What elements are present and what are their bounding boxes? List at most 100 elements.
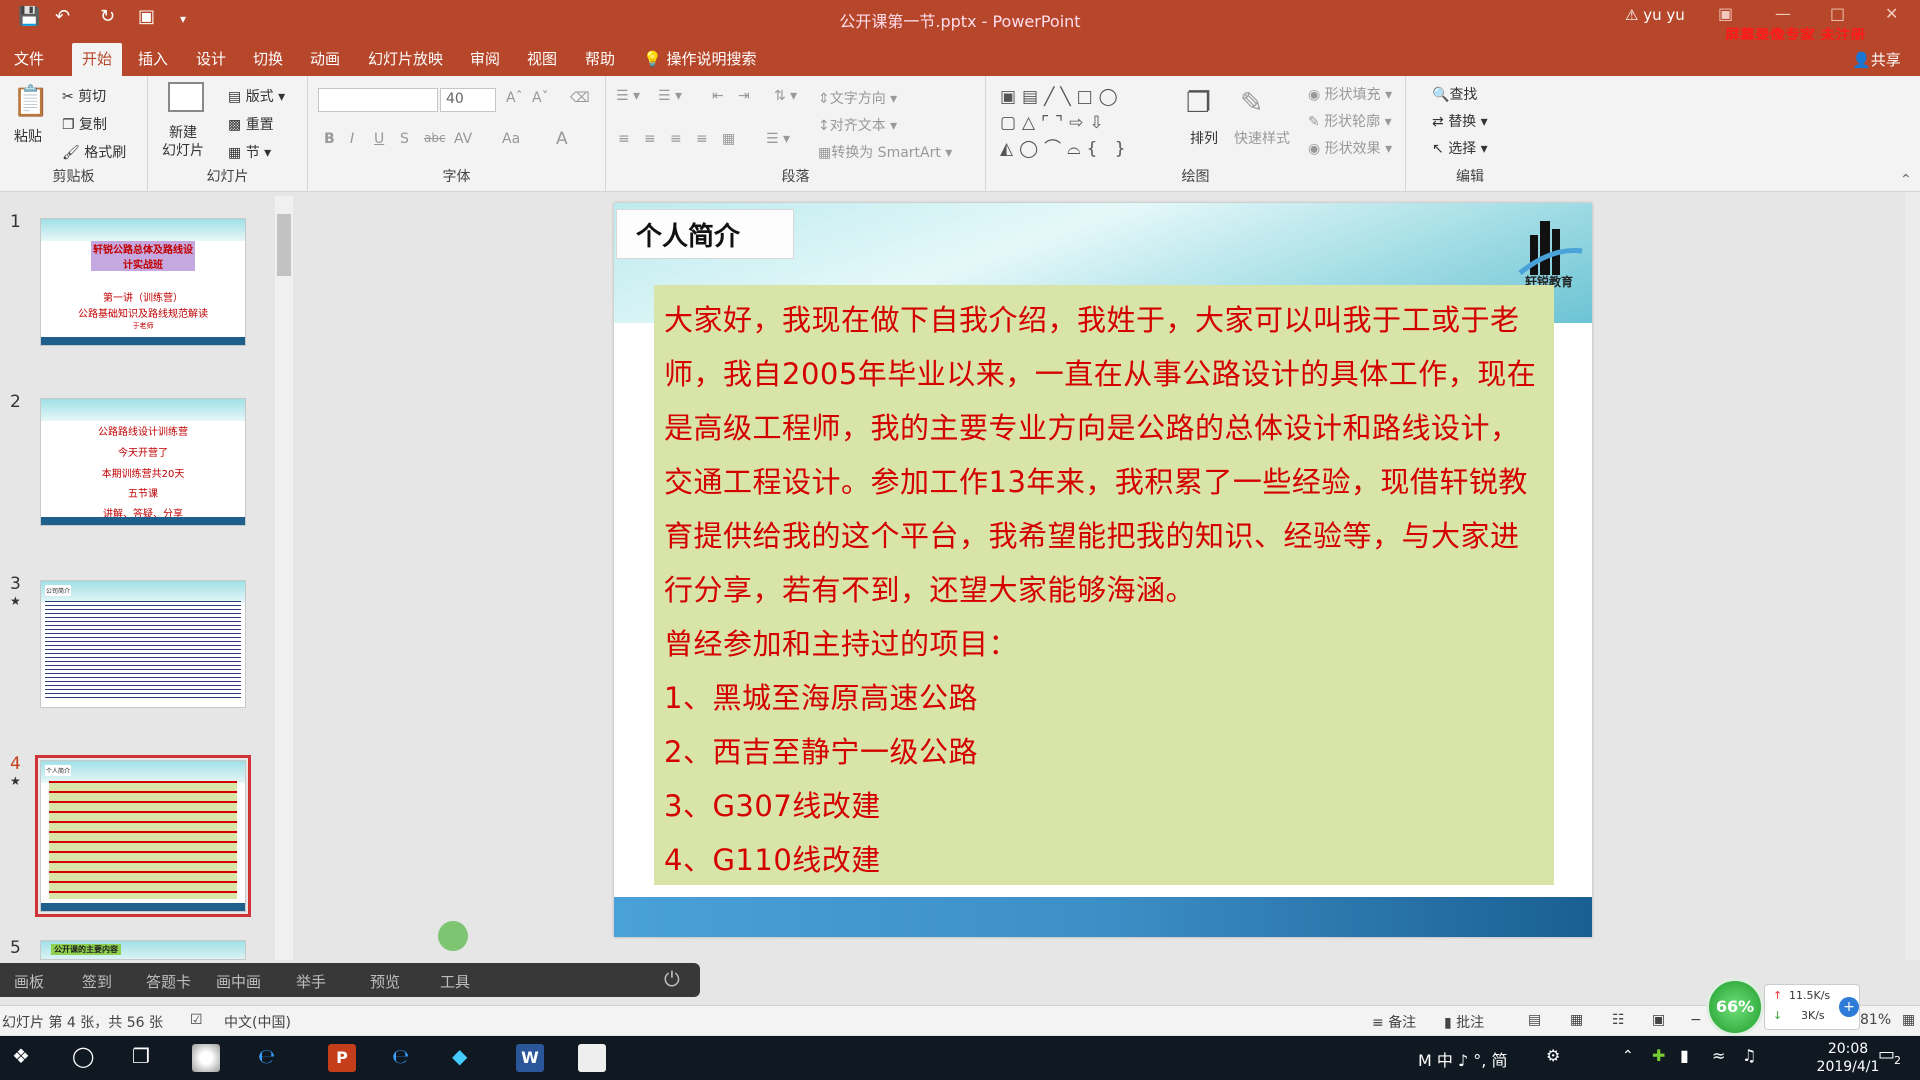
strikethrough-button[interactable]: abc	[424, 131, 446, 145]
settings-icon[interactable]: ⚙	[1546, 1046, 1560, 1065]
toolbar-whiteboard[interactable]: 画板	[14, 971, 44, 992]
arrange-icon[interactable]: ❐	[1186, 86, 1211, 119]
zoom-out-icon[interactable]: −	[1690, 1012, 1702, 1028]
find-button[interactable]: 🔍查找	[1432, 84, 1477, 104]
line-spacing-icon[interactable]: ⇅ ▾	[774, 88, 797, 104]
cut-button[interactable]: ✂ 剪切	[62, 86, 106, 106]
maximize-icon[interactable]: □	[1830, 4, 1845, 23]
slide-scrollbar[interactable]	[1905, 192, 1920, 960]
shrink-font-icon[interactable]: Aˇ	[532, 90, 549, 106]
align-text-button[interactable]: ↕对齐文本 ▾	[818, 115, 897, 135]
toolbar-tools[interactable]: 工具	[440, 971, 470, 992]
tray-chevron-icon[interactable]: ⌃	[1622, 1048, 1634, 1064]
tab-transitions[interactable]: 切换	[253, 48, 283, 69]
toolbar-raise-hand[interactable]: 举手	[296, 971, 326, 992]
battery-icon[interactable]: ▮	[1680, 1046, 1689, 1065]
increase-indent-icon[interactable]: ⇥	[738, 88, 750, 104]
powerpoint-icon[interactable]: P	[328, 1044, 356, 1072]
edge-icon[interactable]: ℮	[392, 1044, 409, 1068]
quick-styles-icon[interactable]: ✎	[1240, 86, 1263, 119]
shadow-button[interactable]: S	[400, 131, 409, 147]
clear-format-icon[interactable]: ⌫	[570, 90, 590, 106]
windows-start-icon[interactable]: ❖	[12, 1044, 30, 1068]
user-account[interactable]: ⚠ yu yu	[1625, 6, 1685, 24]
comments-button[interactable]: ▮ 批注	[1444, 1012, 1484, 1032]
distributed-icon[interactable]: ▦	[722, 131, 735, 147]
tab-design[interactable]: 设计	[196, 48, 226, 69]
tab-review[interactable]: 审阅	[470, 48, 500, 69]
new-slide-button[interactable]: 新建 幻灯片	[162, 124, 204, 160]
copy-button[interactable]: ❐ 复制	[62, 114, 107, 134]
thumbnail-scrollbar[interactable]	[275, 196, 293, 960]
tab-view[interactable]: 视图	[527, 48, 557, 69]
arrange-button[interactable]: 排列	[1190, 128, 1218, 148]
close-icon[interactable]: ✕	[1885, 4, 1898, 23]
smartart-button[interactable]: ▦转换为 SmartArt ▾	[818, 142, 952, 162]
decrease-indent-icon[interactable]: ⇤	[712, 88, 724, 104]
slide-thumbnail-2[interactable]: 公路路线设计训练营 今天开营了 本期训练营共20天 五节课 讲解、答疑、分享	[40, 398, 246, 526]
minimize-icon[interactable]: —	[1775, 4, 1791, 23]
volume-icon[interactable]: ♫	[1742, 1046, 1756, 1065]
tab-animations[interactable]: 动画	[310, 48, 340, 69]
add-icon[interactable]: +	[1839, 997, 1859, 1017]
paste-icon[interactable]: 📋	[12, 84, 49, 119]
wifi-icon[interactable]: ≈	[1712, 1046, 1725, 1065]
columns-icon[interactable]: ☰ ▾	[766, 131, 790, 147]
app-icon-blue[interactable]: ◆	[452, 1044, 467, 1068]
char-spacing-button[interactable]: AV	[454, 131, 472, 147]
shape-outline-button[interactable]: ✎ 形状轮廓 ▾	[1308, 111, 1392, 131]
notification-icon[interactable]: ▭	[1878, 1044, 1895, 1065]
network-speed-badge[interactable]: 66%	[1706, 978, 1764, 1036]
align-right-icon[interactable]: ≡	[670, 131, 682, 147]
font-size-combo[interactable]: 40	[440, 88, 496, 112]
power-icon[interactable]: ⏻	[664, 967, 680, 991]
fit-slide-icon[interactable]: ▦	[1902, 1012, 1915, 1028]
shape-fill-button[interactable]: ◉ 形状填充 ▾	[1308, 84, 1392, 104]
shapes-gallery[interactable]: ▣▤╱╲□◯ ▢△⌜⌝⇨⇩ ◭◯⌒⌓{ }	[1000, 84, 1132, 162]
tab-home[interactable]: 开始	[72, 43, 123, 76]
photos-icon[interactable]	[578, 1044, 606, 1072]
share-button[interactable]: 👤共享	[1852, 49, 1901, 70]
slide-thumbnail-1[interactable]: 轩锐公路总体及路线设计实战班 第一讲（训练营） 公路基础知识及路线规范解读 于老…	[40, 218, 246, 346]
tab-slideshow[interactable]: 幻灯片放映	[368, 48, 443, 69]
normal-view-icon[interactable]: ▤	[1528, 1012, 1541, 1028]
toolbar-preview[interactable]: 预览	[370, 971, 400, 992]
new-slide-icon[interactable]	[168, 82, 204, 112]
justify-icon[interactable]: ≡	[696, 131, 708, 147]
shape-effects-button[interactable]: ◉ 形状效果 ▾	[1308, 138, 1392, 158]
numbering-icon[interactable]: ☰ ▾	[658, 88, 682, 104]
tab-insert[interactable]: 插入	[138, 48, 168, 69]
reading-view-icon[interactable]: ☷	[1612, 1012, 1625, 1028]
word-icon[interactable]: W	[516, 1044, 544, 1072]
bold-button[interactable]: B	[324, 131, 335, 147]
app-icon[interactable]	[192, 1044, 220, 1072]
align-center-icon[interactable]: ≡	[644, 131, 656, 147]
sorter-view-icon[interactable]: ▦	[1570, 1012, 1583, 1028]
tell-me-search[interactable]: 💡 操作说明搜索	[643, 48, 756, 69]
thumbnail-scrollbar-thumb[interactable]	[277, 214, 291, 276]
tab-help[interactable]: 帮助	[585, 48, 615, 69]
ie-icon[interactable]: ℮	[258, 1044, 275, 1068]
notes-button[interactable]: ≡ 备注	[1372, 1012, 1416, 1032]
slide-thumbnail-3[interactable]: 公司简介	[40, 580, 246, 708]
format-painter-button[interactable]: 🖌 格式刷	[62, 142, 126, 162]
ribbon-options-icon[interactable]: ▣	[1718, 4, 1733, 23]
layout-button[interactable]: ▤ 版式 ▾	[228, 86, 285, 106]
system-clock[interactable]: 20:08 2019/4/1	[1808, 1040, 1888, 1076]
quick-styles-button[interactable]: 快速样式	[1234, 128, 1290, 148]
slide-thumbnail-5[interactable]: 公开课的主要内容	[40, 940, 246, 960]
reset-button[interactable]: ▩ 重置	[228, 114, 274, 134]
language[interactable]: 中文(中国)	[224, 1012, 291, 1032]
toolbar-pip[interactable]: 画中画	[216, 971, 261, 992]
bullets-icon[interactable]: ☰ ▾	[616, 88, 640, 104]
collapse-ribbon-icon[interactable]: ⌃	[1900, 172, 1912, 188]
tray-app-icon[interactable]: ✚	[1652, 1046, 1665, 1065]
change-case-button[interactable]: Aa	[502, 131, 520, 147]
cortana-icon[interactable]: ◯	[72, 1044, 94, 1068]
align-left-icon[interactable]: ≡	[618, 131, 630, 147]
slide-canvas[interactable]: 个人简介 轩锐教育 大家好，我现在做下自我介绍，我姓于，大家可以叫我于工或于老 …	[614, 203, 1592, 937]
tab-file[interactable]: 文件	[14, 48, 44, 69]
zoom-level[interactable]: 81%	[1860, 1012, 1891, 1028]
italic-button[interactable]: I	[350, 131, 354, 147]
paste-button[interactable]: 粘贴	[14, 126, 42, 146]
